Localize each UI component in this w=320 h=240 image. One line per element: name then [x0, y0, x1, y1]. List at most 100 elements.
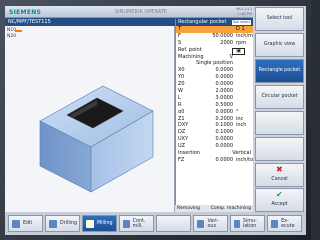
- softkey-bottom-4[interactable]: Cont. mill.: [119, 215, 154, 232]
- status-right: Comp. machining: [210, 206, 251, 211]
- parameter-rows: TD 1 F 50.0000 inch/min S 2000 rpm Ref. point ▣ M…: [176, 26, 261, 164]
- param-row[interactable]: S 2000 rpm: [176, 40, 253, 47]
- param-row[interactable]: R 0.5000: [176, 102, 253, 109]
- machining-status: Removing Comp. machining: [175, 205, 253, 212]
- param-row[interactable]: Y0 0.0000: [176, 74, 253, 81]
- softkey-label: Graphic view: [263, 42, 296, 48]
- softkey-icon: [12, 219, 20, 228]
- param-value[interactable]: 0.0000: [216, 109, 234, 116]
- param-label: Z0: [178, 81, 185, 88]
- param-unit: rpm: [236, 39, 247, 46]
- tool-select-tag[interactable]: Tool select: [231, 20, 251, 25]
- param-row[interactable]: UZ 0.0000: [176, 143, 253, 150]
- softkey-bottom-8[interactable]: Ex- ecute: [267, 215, 302, 232]
- softkey-label: Select tool: [266, 16, 293, 22]
- softkey-label: Edit: [23, 221, 33, 226]
- param-value[interactable]: 0.0000: [216, 157, 234, 164]
- softkey-label: Rectangle pocket: [258, 68, 301, 74]
- param-value[interactable]: 0.0000: [216, 143, 234, 150]
- param-unit: inc: [236, 115, 244, 122]
- param-value[interactable]: 3.0000: [216, 95, 234, 102]
- param-label: DZ: [178, 129, 186, 136]
- param-row[interactable]: F 50.0000 inch/min: [176, 32, 258, 40]
- param-value[interactable]: 0.2000: [216, 116, 234, 123]
- softkey-right-7[interactable]: ✖ Cancel: [255, 163, 304, 187]
- softkey-label: Accept: [271, 202, 288, 208]
- param-value[interactable]: 50.0000: [212, 33, 233, 40]
- softkey-right-3[interactable]: Rectangle pocket: [255, 59, 304, 83]
- softkey-bottom-1[interactable]: Edit: [8, 215, 43, 232]
- softkey-right-6[interactable]: [255, 137, 304, 161]
- vertical-softkeys: Select tool Graphic view Rectangle pocket C…: [253, 6, 306, 212]
- softkey-label: Cancel: [271, 177, 288, 183]
- param-row[interactable]: DZ 0.1000: [176, 129, 253, 136]
- softkey-icon: [123, 219, 130, 228]
- softkey-right-1[interactable]: Select tool: [255, 7, 304, 31]
- param-label: Insertion: [178, 150, 200, 157]
- softkey-label: Simu- lation: [242, 218, 257, 229]
- param-value[interactable]: 0.1000: [216, 122, 234, 129]
- param-value[interactable]: 0.5000: [216, 102, 234, 109]
- param-row[interactable]: Z1 0.2000 inc: [176, 116, 253, 123]
- product-title: SINUMERIK OPERATE: [115, 9, 167, 15]
- softkey-bottom-6[interactable]: Vari- ous: [193, 215, 228, 232]
- param-value[interactable]: 2.0000: [216, 88, 234, 95]
- param-label: F: [178, 32, 181, 39]
- param-row[interactable]: Machining ∇: [176, 54, 253, 61]
- param-value[interactable]: 0.0000: [216, 74, 234, 81]
- param-row[interactable]: Z0 0.0000: [176, 81, 253, 88]
- param-label: W: [178, 88, 183, 95]
- softkey-icon: [86, 219, 94, 228]
- param-label: R: [178, 101, 182, 108]
- param-row[interactable]: Single position: [176, 60, 253, 67]
- param-value[interactable]: 0.0000: [216, 136, 234, 143]
- softkey-label: Milling: [97, 221, 113, 226]
- softkey-right-8[interactable]: ✔ Accept: [255, 188, 304, 212]
- param-value[interactable]: ∇: [230, 54, 233, 61]
- param-value[interactable]: 0.0000: [216, 67, 234, 74]
- param-label: Single position: [196, 60, 233, 67]
- param-row[interactable]: DXY 0.1000 inch: [176, 122, 253, 129]
- softkey-right-5[interactable]: [255, 111, 304, 135]
- softkey-icon: [271, 219, 279, 228]
- header-bar: SIEMENS SINUMERIK OPERATE 06/12/13 1:48 …: [5, 6, 253, 18]
- siemens-logo: SIEMENS: [9, 9, 42, 16]
- param-label: UZ: [178, 143, 185, 150]
- softkey-bottom-7[interactable]: Simu- lation: [230, 215, 265, 232]
- softkey-label: Drilling: [60, 221, 78, 226]
- param-row[interactable]: FZ 0.0000 inch/tooth: [176, 157, 261, 164]
- softkey-bottom-2[interactable]: Drilling: [45, 215, 80, 232]
- param-row[interactable]: X0 0.0000: [176, 67, 253, 74]
- time: 1:48 PM: [237, 11, 252, 16]
- pocket-3d-graphic: [39, 85, 154, 193]
- param-row[interactable]: UXY 0.0000: [176, 136, 253, 143]
- softkey-label: Cont. mill.: [132, 218, 146, 229]
- program-graphic-pane: N10 N20: [5, 26, 175, 212]
- form-title-text: Rectangular pocket: [178, 19, 227, 25]
- param-label: Machining: [178, 53, 204, 60]
- param-row[interactable]: Insertion Vertical: [176, 150, 253, 157]
- softkey-right-4[interactable]: Circular pocket: [255, 85, 304, 109]
- softkey-bottom-5[interactable]: [156, 215, 191, 232]
- param-row[interactable]: W 2.0000: [176, 88, 253, 95]
- softkey-right-2[interactable]: Graphic view: [255, 33, 304, 57]
- param-label: Ref. point: [178, 46, 202, 53]
- param-row[interactable]: α0 0.0000 °: [176, 109, 253, 116]
- softkey-bottom-3[interactable]: Milling: [82, 215, 117, 232]
- softkey-label: Vari- ous: [207, 218, 219, 229]
- param-value[interactable]: 0.0000: [216, 81, 234, 88]
- param-label: S: [178, 39, 182, 46]
- softkey-icon: [49, 219, 57, 228]
- param-unit: °: [236, 108, 239, 115]
- param-label: DXY: [178, 122, 189, 129]
- param-value[interactable]: 0.1000: [216, 129, 234, 136]
- param-row[interactable]: T D 1: [176, 26, 253, 33]
- param-unit: inch: [236, 122, 247, 129]
- param-row[interactable]: L 3.0000: [176, 95, 253, 102]
- form-title: Rectangular pocket Tool select: [176, 19, 253, 26]
- param-row[interactable]: Ref. point ▣: [176, 46, 253, 55]
- param-label: L: [178, 94, 181, 101]
- softkey-label: Circular pocket: [261, 94, 298, 100]
- param-value[interactable]: 2000: [220, 40, 233, 47]
- param-value[interactable]: Vertical: [232, 150, 251, 157]
